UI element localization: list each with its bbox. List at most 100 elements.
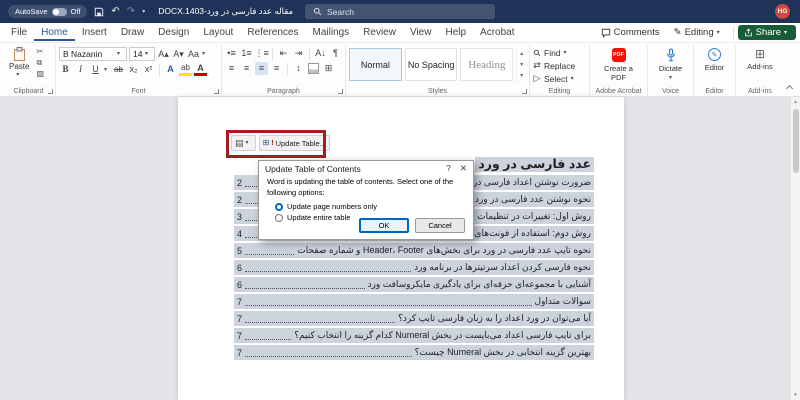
multilevel-list-button[interactable]: ⋮≡ — [254, 47, 268, 60]
style-heading[interactable]: Heading — [460, 48, 514, 81]
radio-update-page-numbers[interactable]: Update page numbers only — [275, 202, 473, 211]
style-no-spacing[interactable]: No Spacing — [404, 48, 458, 81]
font-dialog-launcher-icon[interactable] — [214, 89, 219, 94]
undo-button[interactable]: ↶ — [111, 6, 119, 17]
table-of-contents-icon: ▤ — [235, 137, 244, 148]
increase-indent-button[interactable]: ⇥ — [292, 47, 305, 60]
dialog-title-bar[interactable]: Update Table of Contents ? ✕ — [259, 161, 473, 176]
change-case-button[interactable]: Aa — [187, 48, 200, 61]
scrollbar-thumb[interactable] — [793, 109, 799, 173]
comments-button[interactable]: Comments — [595, 25, 666, 40]
sort-button[interactable]: A↓ — [314, 47, 327, 60]
subscript-button[interactable]: x₂ — [127, 63, 140, 76]
copy-icon[interactable]: ⧉ — [36, 59, 44, 67]
toc-entry[interactable]: نحوه فارسی کردن اعداد سرتیترها در برنامه… — [234, 260, 594, 275]
clipboard-dialog-launcher-icon[interactable] — [48, 89, 53, 94]
find-button[interactable]: Find ▾ — [533, 46, 586, 59]
toc-entry[interactable]: نحوه تایپ عدد فارسی در ورد برای بخش‌های … — [234, 243, 594, 258]
superscript-button[interactable]: x² — [142, 63, 155, 76]
font-color-button[interactable]: A — [194, 63, 207, 76]
grow-font-button[interactable]: A▴ — [157, 48, 170, 61]
paste-button[interactable]: Paste ▾ — [5, 46, 33, 79]
shrink-font-button[interactable]: A▾ — [172, 48, 185, 61]
vertical-scrollbar[interactable]: ▴ ▾ — [790, 97, 800, 400]
ribbon-tabs: File Home Insert Draw Design Layout Refe… — [0, 24, 522, 41]
toc-entry[interactable]: سوالات متداول 7 — [234, 294, 594, 309]
styles-scroll-down-icon[interactable]: ▾ — [520, 61, 523, 68]
font-size-combo[interactable]: 14 ▾ — [129, 47, 155, 61]
tab-layout[interactable]: Layout — [196, 24, 240, 41]
select-button[interactable]: ▷ Select ▾ — [533, 72, 586, 85]
italic-button[interactable]: I — [74, 63, 87, 76]
tab-acrobat[interactable]: Acrobat — [473, 24, 521, 41]
align-center-button[interactable]: ≡ — [240, 62, 253, 75]
styles-scroll-up-icon[interactable]: ▴ — [520, 50, 523, 57]
justify-button[interactable]: ≡ — [270, 62, 283, 75]
toc-entry[interactable]: آیا می‌توان در ورد اعداد را به زبان فارس… — [234, 311, 594, 326]
replace-button[interactable]: ⇄ Replace — [533, 59, 586, 72]
align-right-button[interactable]: ≡ — [255, 62, 268, 75]
scroll-up-icon[interactable]: ▴ — [791, 97, 800, 107]
tab-mailings[interactable]: Mailings — [305, 24, 356, 41]
dictate-button[interactable]: Dictate ▾ — [651, 46, 690, 81]
bullets-button[interactable]: •≡ — [225, 47, 238, 60]
update-table-button[interactable]: ⊞ ! Update Table... — [258, 135, 330, 151]
title-bar: AutoSave Off ↶ ↷ ▾ مقاله عدد فارسی در ور… — [0, 0, 800, 23]
tab-view[interactable]: View — [403, 24, 439, 41]
qat-customize-icon[interactable]: ▾ — [142, 9, 148, 15]
tab-references[interactable]: References — [240, 24, 305, 41]
redo-button[interactable]: ↷ — [127, 6, 135, 17]
numbering-button[interactable]: 1≡ — [240, 47, 253, 60]
text-effects-button[interactable]: A — [164, 63, 177, 76]
dialog-help-icon[interactable]: ? — [446, 163, 451, 174]
tab-home[interactable]: Home — [34, 24, 75, 41]
editing-group-label: Editing — [548, 88, 571, 95]
align-left-button[interactable]: ≡ — [225, 62, 238, 75]
cut-icon[interactable]: ✂ — [36, 48, 44, 56]
chevron-down-icon: ▾ — [16, 72, 20, 78]
underline-button[interactable]: U — [89, 63, 102, 76]
tab-insert[interactable]: Insert — [75, 24, 114, 41]
decrease-indent-button[interactable]: ⇤ — [277, 47, 290, 60]
dialog-close-icon[interactable]: ✕ — [460, 163, 467, 174]
ok-button[interactable]: OK — [359, 218, 409, 233]
tab-help[interactable]: Help — [438, 24, 473, 41]
create-pdf-button[interactable]: PDF Create a PDF — [593, 46, 644, 82]
paragraph-dialog-launcher-icon[interactable] — [338, 89, 343, 94]
cancel-button[interactable]: Cancel — [415, 218, 465, 233]
toc-menu-button[interactable]: ▤ ▾ — [231, 135, 256, 151]
search-box[interactable]: Search — [305, 4, 495, 19]
font-name-combo[interactable]: B Nazanin ▾ — [59, 47, 127, 61]
dot-leader — [245, 339, 292, 340]
avatar[interactable]: HG — [775, 4, 790, 19]
scroll-down-icon[interactable]: ▾ — [791, 390, 800, 400]
line-spacing-button[interactable]: ↕ — [292, 62, 305, 75]
collapse-ribbon-icon[interactable] — [785, 84, 793, 93]
toc-entry[interactable]: آشنایی با مجموعه‌ای حرفه‌ای برای یادگیری… — [234, 277, 594, 292]
tab-draw[interactable]: Draw — [114, 24, 151, 41]
toc-entry[interactable]: بهترین گزینه انتخابی در بخش Numeral چیست… — [234, 345, 594, 360]
save-icon[interactable] — [94, 7, 104, 17]
tab-file[interactable]: File — [4, 24, 34, 41]
styles-more-icon[interactable]: ▾ — [520, 72, 523, 79]
editor-button[interactable]: ✎ Editor — [697, 46, 732, 72]
shading-button[interactable] — [307, 62, 320, 75]
highlight-color-button[interactable]: ab — [179, 63, 192, 76]
addins-button[interactable]: ⊞ Add-ins — [739, 46, 781, 71]
toc-entry[interactable]: برای تایپ فارسی اعداد می‌بایست در بخش Nu… — [234, 328, 594, 343]
styles-gallery-arrows: ▴ ▾ ▾ — [516, 48, 526, 81]
styles-dialog-launcher-icon[interactable] — [522, 89, 527, 94]
document-page[interactable]: ▤ ▾ ⊞ ! Update Table... عدد فارسی در ورد… — [178, 97, 624, 400]
borders-button[interactable]: ⊞ — [322, 62, 335, 75]
autosave-toggle[interactable]: AutoSave Off — [8, 5, 88, 18]
alert-icon: ! — [271, 139, 274, 147]
bold-button[interactable]: B — [59, 63, 72, 76]
format-painter-icon[interactable]: ▧ — [36, 70, 44, 78]
style-normal[interactable]: Normal — [349, 48, 402, 81]
tab-design[interactable]: Design — [151, 24, 196, 41]
editing-mode-button[interactable]: ✎ Editing ▾ — [668, 25, 729, 40]
share-button[interactable]: Share ▾ — [737, 25, 796, 40]
show-paragraph-marks-button[interactable]: ¶ — [329, 47, 342, 60]
tab-review[interactable]: Review — [356, 24, 403, 41]
strikethrough-button[interactable]: ab — [112, 63, 125, 76]
